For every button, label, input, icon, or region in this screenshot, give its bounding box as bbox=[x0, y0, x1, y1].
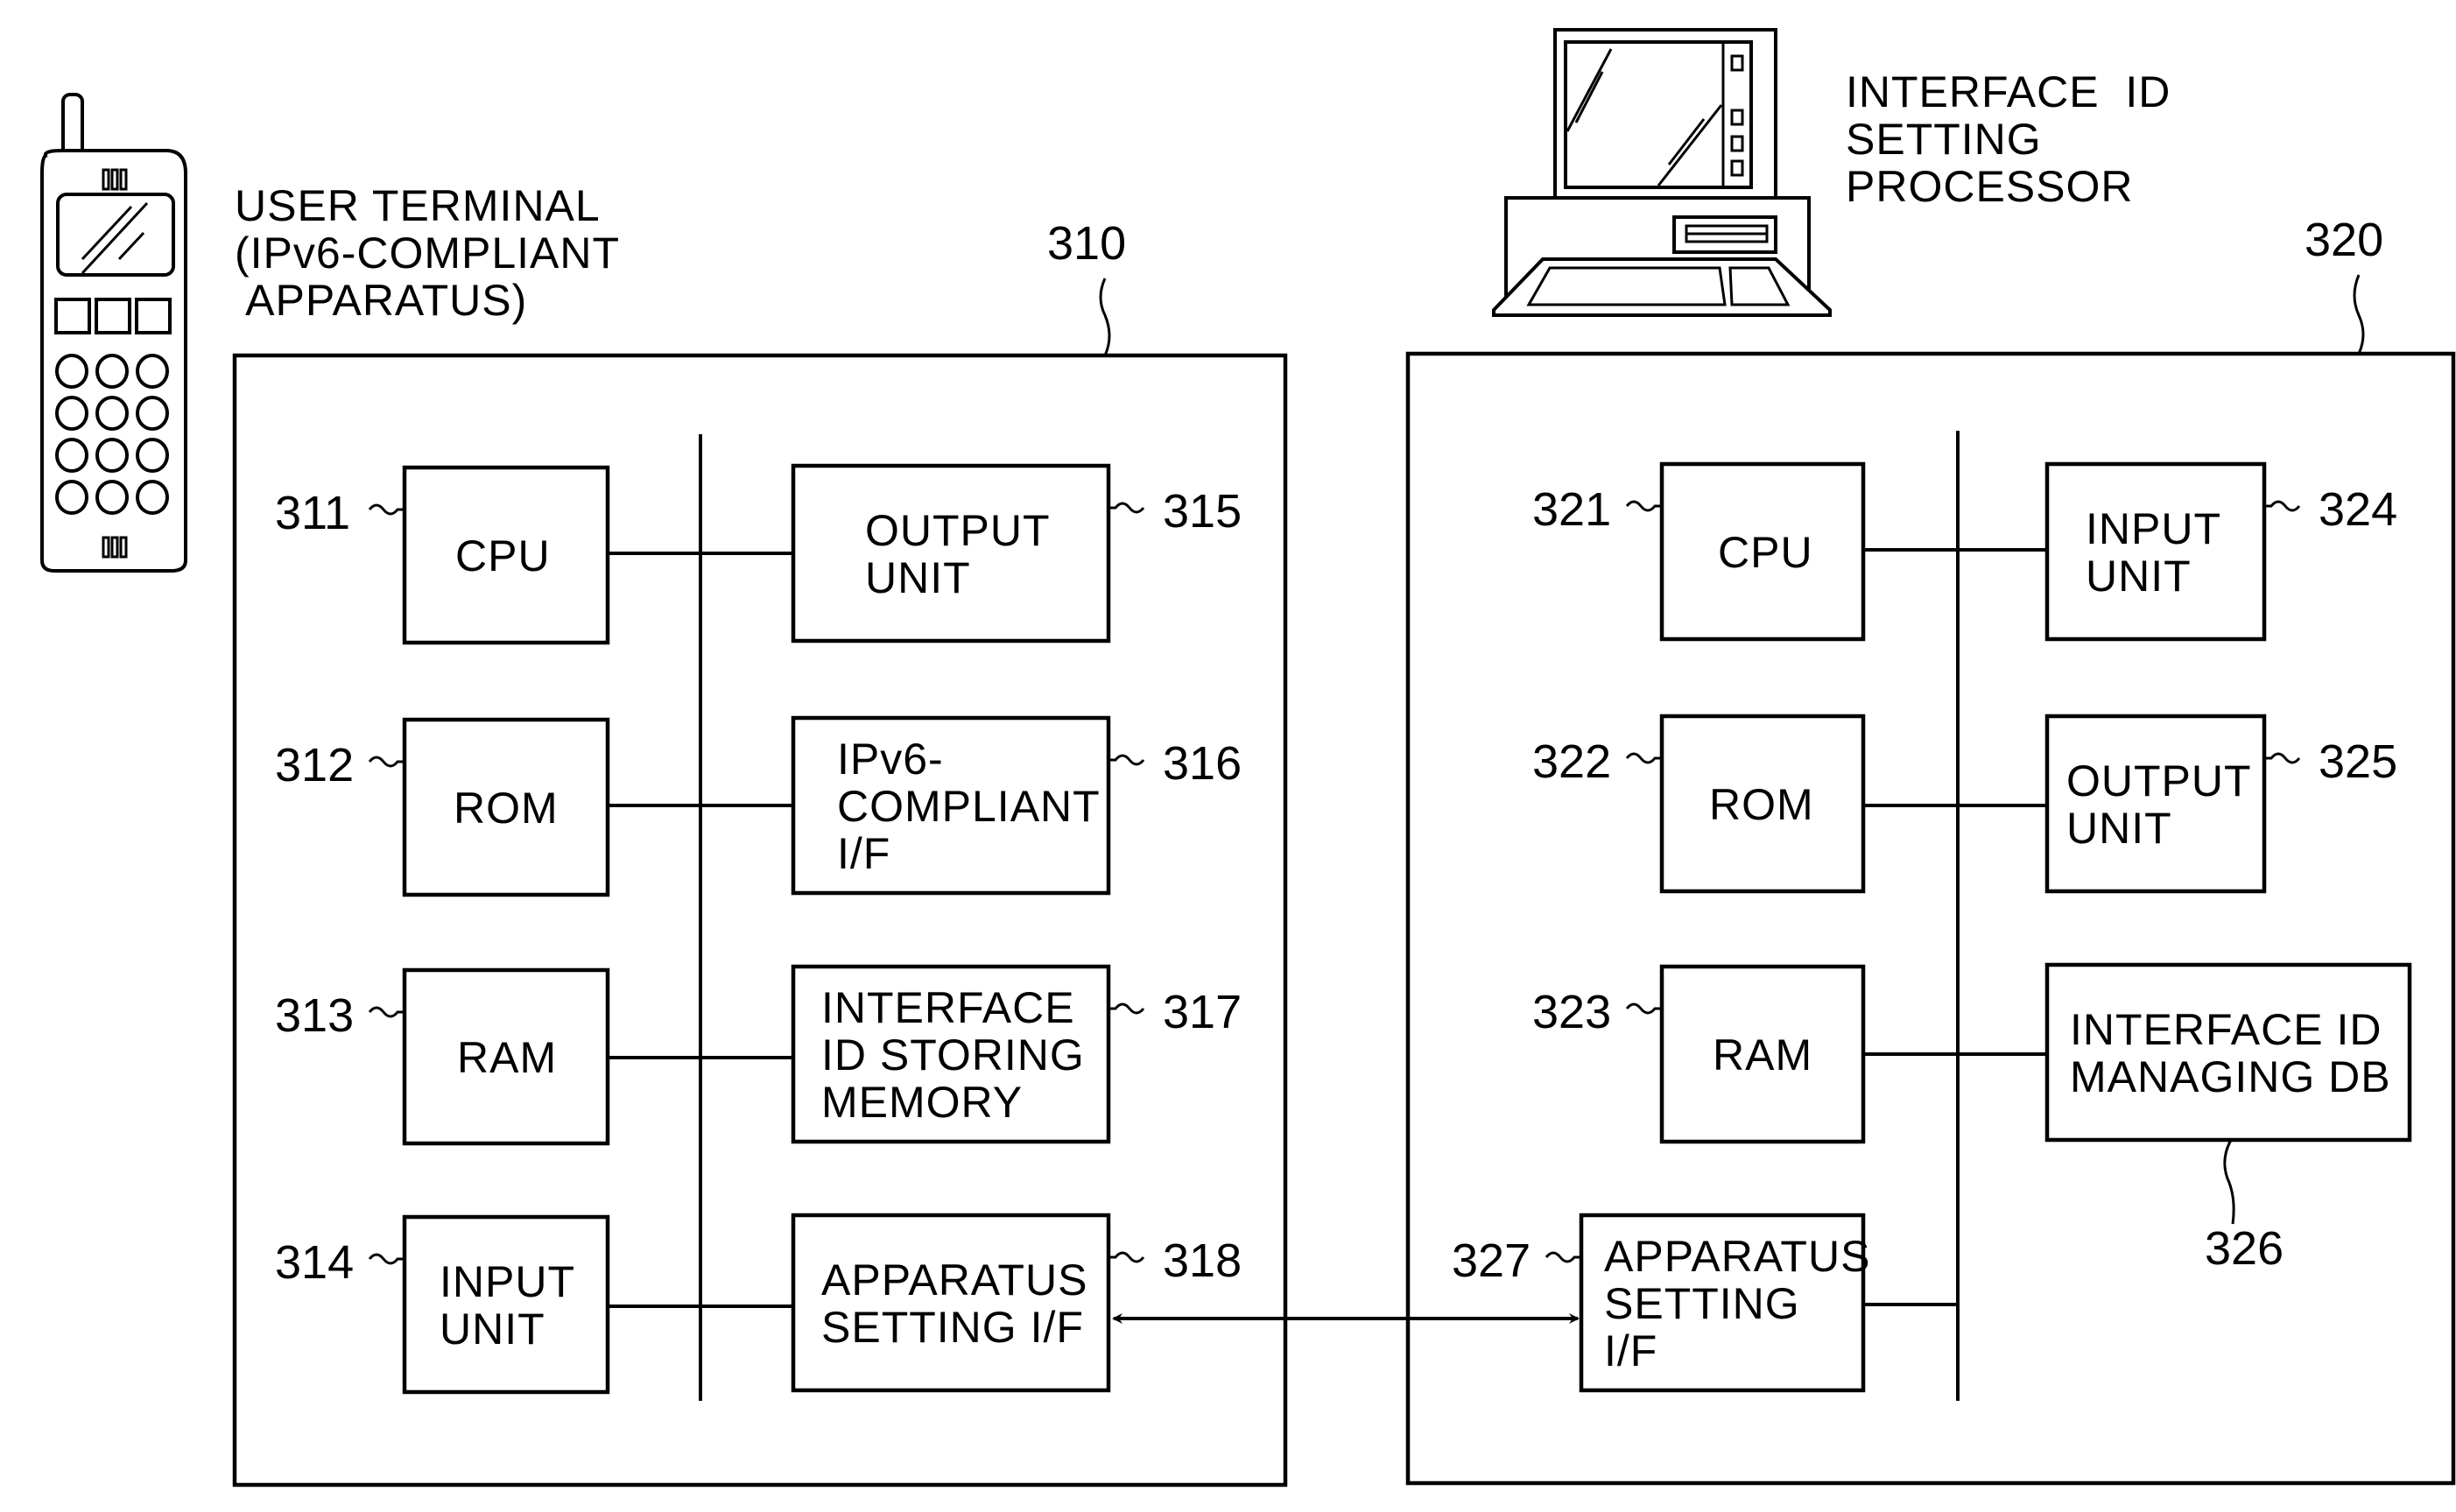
mobile-phone-icon bbox=[40, 93, 187, 573]
ref-310: 310 bbox=[1047, 217, 1126, 270]
keypad-key-icon bbox=[95, 480, 129, 515]
user-terminal-frame bbox=[232, 353, 1288, 1487]
keypad-key-icon bbox=[55, 396, 88, 431]
keypad-key-icon bbox=[55, 438, 88, 473]
block-label-line: ROM bbox=[454, 784, 559, 833]
keypad-key-icon bbox=[95, 438, 129, 473]
keypad-key-icon bbox=[55, 480, 88, 515]
block-label-line: ROM bbox=[1709, 780, 1814, 829]
leader-320 bbox=[2353, 274, 2365, 355]
keypad-key-icon bbox=[136, 396, 169, 431]
block-label-line: INTERFACE ID bbox=[2070, 1005, 2382, 1054]
block-label-line: ID STORING bbox=[821, 1030, 1085, 1079]
ref-318: 318 bbox=[1163, 1234, 1242, 1287]
keypad-key-icon bbox=[136, 480, 169, 515]
block-diagram: USER TERMINAL (IPv6-COMPLIANT APPARATUS)… bbox=[40, 28, 2456, 1487]
ref-320: 320 bbox=[2305, 214, 2383, 266]
ref-327: 327 bbox=[1452, 1234, 1531, 1287]
ref-313: 313 bbox=[275, 989, 354, 1042]
block-label-line: SETTING I/F bbox=[821, 1303, 1084, 1352]
block-label-line: APPARATUS bbox=[1604, 1232, 1870, 1281]
block-label-line: RAM bbox=[457, 1033, 557, 1082]
user-terminal-label-line: APPARATUS) bbox=[235, 276, 527, 325]
block-label-line: INPUT bbox=[2086, 504, 2221, 553]
user-terminal-label: USER TERMINAL (IPv6-COMPLIANT APPARATUS) bbox=[235, 181, 620, 325]
ref-316: 316 bbox=[1163, 737, 1242, 790]
keypad-key-icon bbox=[95, 396, 129, 431]
ref-326: 326 bbox=[2205, 1222, 2284, 1275]
block-label-line: SETTING bbox=[1604, 1279, 1800, 1328]
setting-processor-label: INTERFACE ID SETTING PROCESSOR bbox=[1846, 67, 2171, 211]
setting-processor-label-line: PROCESSOR bbox=[1846, 162, 2134, 211]
ref-314: 314 bbox=[275, 1236, 354, 1289]
desktop-computer-icon bbox=[1492, 28, 1832, 317]
block-label-line: APPARATUS bbox=[821, 1255, 1087, 1305]
ref-315: 315 bbox=[1163, 485, 1242, 538]
leader-310 bbox=[1099, 278, 1111, 356]
block-label-line: IPv6- bbox=[837, 735, 944, 784]
ref-325: 325 bbox=[2319, 735, 2397, 788]
ref-317: 317 bbox=[1163, 986, 1242, 1038]
block-label-line: UNIT bbox=[865, 553, 971, 602]
block-label-line: UNIT bbox=[2086, 552, 2192, 601]
block-label-line: I/F bbox=[837, 829, 890, 878]
block-label-line: MANAGING DB bbox=[2070, 1052, 2391, 1101]
block-label-line: MEMORY bbox=[821, 1078, 1023, 1127]
keypad-key-icon bbox=[95, 354, 129, 389]
block-label-line: COMPLIANT bbox=[837, 782, 1101, 831]
block-label-line: UNIT bbox=[2066, 804, 2172, 853]
keypad-key-icon bbox=[136, 354, 169, 389]
keypad-key-icon bbox=[55, 354, 88, 389]
keypad-key-icon bbox=[136, 438, 169, 473]
block-label-line: OUTPUT bbox=[2066, 756, 2252, 805]
block-label-line: UNIT bbox=[440, 1305, 545, 1354]
ref-312: 312 bbox=[275, 739, 354, 791]
ref-324: 324 bbox=[2319, 483, 2397, 536]
ref-321: 321 bbox=[1532, 483, 1611, 536]
setting-processor-label-line: INTERFACE ID bbox=[1846, 67, 2171, 116]
block-label-line: RAM bbox=[1713, 1030, 1812, 1079]
setting-processor-label-line: SETTING bbox=[1846, 115, 2042, 164]
user-terminal-label-line: (IPv6-COMPLIANT bbox=[235, 229, 620, 278]
user-terminal-label-line: USER TERMINAL bbox=[235, 181, 601, 230]
block-label-line: I/F bbox=[1604, 1326, 1657, 1375]
block-label-line: OUTPUT bbox=[865, 506, 1051, 555]
block-label-line: CPU bbox=[455, 531, 551, 580]
block-label-line: CPU bbox=[1718, 528, 1813, 577]
block-label-line: INPUT bbox=[440, 1257, 575, 1306]
ref-323: 323 bbox=[1532, 986, 1611, 1038]
ref-322: 322 bbox=[1532, 735, 1611, 788]
ref-311: 311 bbox=[275, 487, 350, 539]
block-label-line: INTERFACE bbox=[821, 983, 1075, 1032]
